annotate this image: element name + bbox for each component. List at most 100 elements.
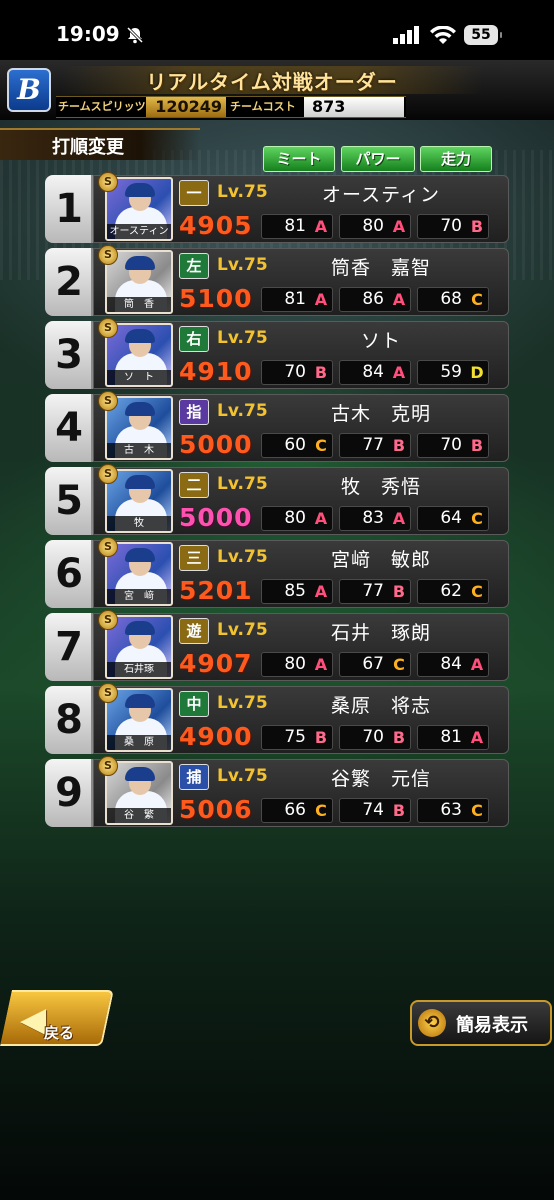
team-cost-value: 873 [304, 97, 404, 117]
battery-icon: 55 [464, 25, 502, 45]
card-name: 古 木 [107, 443, 171, 458]
batting-order-number: 3 [45, 321, 93, 389]
cap-shape [125, 621, 155, 635]
player-level: Lv.75 [217, 328, 268, 348]
card-name: ソ ト [107, 370, 171, 385]
s-rank-badge-icon: S [98, 172, 118, 192]
player-name: 古木 克明 [330, 403, 431, 425]
signal-icon [393, 26, 421, 48]
player-name: 谷繁 元信 [330, 768, 431, 790]
s-rank-badge-icon: S [98, 683, 118, 703]
back-arrow-icon: ◀ [20, 1000, 47, 1040]
stat-box: 81 A [417, 725, 489, 750]
status-bar: 19:09 55 [0, 0, 554, 60]
stat-grade: C [315, 436, 327, 455]
batting-order-number: 6 [45, 540, 93, 608]
player-name: 石井 琢朗 [330, 622, 431, 644]
bell-muted-icon [126, 26, 144, 48]
player-row[interactable]: 7 石井琢 S 遊 Lv.75 石井 琢朗 4907 80 A 67 C 84 A [45, 610, 509, 681]
stat-value: 80 [284, 654, 306, 674]
card-name: 宮 﨑 [107, 589, 171, 604]
stat-value: 60 [284, 435, 306, 455]
tab-power[interactable]: パワー [341, 146, 415, 172]
player-name: 牧 秀悟 [340, 476, 421, 498]
stat-box: 70 B [417, 433, 489, 458]
player-row[interactable]: 1 オースティン S 一 Lv.75 オースティン 4905 81 A 80 A 70 B [45, 172, 509, 243]
batting-order-number: 1 [45, 175, 93, 243]
stat-box: 81 A [261, 287, 333, 312]
player-overall: 5006 [179, 795, 253, 824]
tab-contact[interactable]: ミート [263, 146, 335, 172]
stat-grade: A [392, 290, 406, 309]
stat-grade: B [470, 217, 484, 236]
stat-grade: B [314, 728, 328, 747]
stat-box: 83 A [339, 506, 411, 531]
stat-value: 74 [362, 800, 384, 820]
cap-shape [125, 183, 155, 197]
stat-value: 81 [284, 289, 306, 309]
stat-box: 84 A [339, 360, 411, 385]
cap-shape [125, 548, 155, 562]
player-row[interactable]: 4 古 木 S 指 Lv.75 古木 克明 5000 60 C 77 B 70 B [45, 391, 509, 462]
stat-box: 70 B [339, 725, 411, 750]
stat-box: 85 A [261, 579, 333, 604]
stat-grade: A [314, 509, 328, 528]
stat-box: 81 A [261, 214, 333, 239]
player-overall: 5201 [179, 576, 253, 605]
batting-order-number: 9 [45, 759, 93, 827]
position-badge: 一 [179, 180, 209, 206]
stat-grade: A [314, 217, 328, 236]
player-row[interactable]: 3 ソ ト S 右 Lv.75 ソト 4910 70 B 84 A 59 D [45, 318, 509, 389]
player-row[interactable]: 5 牧 S 二 Lv.75 牧 秀悟 5000 80 A 83 A 64 C [45, 464, 509, 535]
stat-grade: A [314, 290, 328, 309]
stat-box: 86 A [339, 287, 411, 312]
team-stats-bar: チームスピリッツ 120249 チームコスト 873 [56, 96, 406, 118]
stat-box: 67 C [339, 652, 411, 677]
stat-grade: C [471, 801, 483, 820]
player-level: Lv.75 [217, 474, 268, 494]
stat-grade: A [314, 582, 328, 601]
wifi-icon [430, 25, 456, 48]
cap-shape [125, 329, 155, 343]
stat-value: 84 [440, 654, 462, 674]
player-level: Lv.75 [217, 620, 268, 640]
position-badge: 遊 [179, 618, 209, 644]
batting-order-number: 7 [45, 613, 93, 681]
player-row[interactable]: 9 谷 繁 S 捕 Lv.75 谷繁 元信 5006 66 C 74 B 63 C [45, 756, 509, 827]
game-screen: B リアルタイム対戦オーダー チームスピリッツ 120249 チームコスト 87… [0, 60, 554, 1200]
stat-grade: A [470, 655, 484, 674]
stat-grade: A [470, 728, 484, 747]
batting-order-number: 2 [45, 248, 93, 316]
tab-speed[interactable]: 走力 [420, 146, 492, 172]
stat-value: 75 [284, 727, 306, 747]
player-overall: 5000 [179, 430, 253, 459]
stat-box: 62 C [417, 579, 489, 604]
team-cost-label: チームコスト [230, 100, 296, 113]
header: B リアルタイム対戦オーダー チームスピリッツ 120249 チームコスト 87… [0, 60, 554, 120]
stat-box: 77 B [339, 579, 411, 604]
player-level: Lv.75 [217, 766, 268, 786]
stat-box: 77 B [339, 433, 411, 458]
s-rank-badge-icon: S [98, 610, 118, 630]
player-row[interactable]: 8 桑 原 S 中 Lv.75 桑原 将志 4900 75 B 70 B 81 A [45, 683, 509, 754]
stat-grade: B [392, 728, 406, 747]
stat-grade: A [314, 655, 328, 674]
card-name: 筒 香 [107, 297, 171, 312]
player-row[interactable]: 2 筒 香 S 左 Lv.75 筒香 嘉智 5100 81 A 86 A 68 C [45, 245, 509, 316]
player-overall: 4907 [179, 649, 253, 678]
stat-box: 74 B [339, 798, 411, 823]
stat-box: 80 A [261, 652, 333, 677]
stat-grade: A [392, 363, 406, 382]
stat-grade: B [470, 436, 484, 455]
player-row[interactable]: 6 宮 﨑 S 三 Lv.75 宮﨑 敏郎 5201 85 A 77 B 62 C [45, 537, 509, 608]
position-badge: 左 [179, 253, 209, 279]
cap-shape [125, 694, 155, 708]
player-level: Lv.75 [217, 693, 268, 713]
stat-value: 70 [440, 435, 462, 455]
stat-box: 59 D [417, 360, 489, 385]
stat-value: 70 [284, 362, 306, 382]
stat-box: 68 C [417, 287, 489, 312]
stat-grade: C [315, 801, 327, 820]
stat-box: 60 C [261, 433, 333, 458]
stat-value: 62 [440, 581, 462, 601]
